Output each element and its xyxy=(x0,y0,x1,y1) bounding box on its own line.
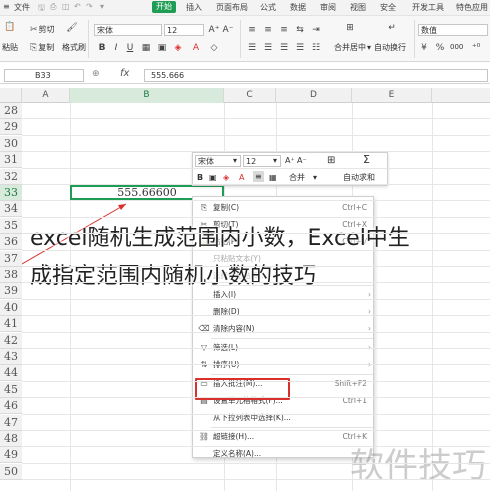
row-header[interactable]: 35 xyxy=(0,218,22,234)
mini-fill-color-icon[interactable]: ◈ xyxy=(223,172,229,183)
context-menu-label: 清除内容(N) xyxy=(213,324,255,333)
row-header[interactable]: 42 xyxy=(0,333,22,349)
grid-line xyxy=(22,430,490,431)
row-header[interactable]: 50 xyxy=(0,464,22,480)
mini-sum-icon[interactable]: Σ xyxy=(363,154,370,165)
row-header[interactable]: 41 xyxy=(0,316,22,332)
submenu-arrow-icon: › xyxy=(368,324,371,333)
grid-line xyxy=(22,184,490,185)
row-header[interactable]: 46 xyxy=(0,398,22,414)
mini-toolbar: 宋体 ▾ 12 ▾ A⁺ A⁻ ⊞ Σ B ▣ ◈ A ≡ ▦ 合并 ▾ 自动求… xyxy=(192,152,388,186)
row-header[interactable]: 32 xyxy=(0,169,22,185)
context-menu-item[interactable]: ⎘ 复制(C) Ctrl+C xyxy=(193,200,375,216)
row-header[interactable]: 44 xyxy=(0,365,22,381)
shortcut-label: Ctrl+1 xyxy=(342,396,367,405)
link-icon: ⛓ xyxy=(198,432,210,441)
grid-line xyxy=(22,266,490,267)
context-menu-label: 删除(D) xyxy=(213,307,240,316)
row-header[interactable]: 37 xyxy=(0,251,22,267)
context-menu-item[interactable]: ⇅排序(U) › xyxy=(193,357,375,373)
overlay-title-line2: 成指定范围内随机小数的技巧 xyxy=(30,264,317,289)
mini-bold-button[interactable]: B xyxy=(197,172,203,183)
context-menu-label: 从下拉列表中选择(K)... xyxy=(213,413,291,422)
submenu-arrow-icon: › xyxy=(368,357,371,373)
arrow-head xyxy=(118,204,126,210)
chevron-down-icon: ▾ xyxy=(233,156,238,165)
menu-separator xyxy=(211,338,373,339)
submenu-arrow-icon: › xyxy=(368,307,371,316)
context-menu-item[interactable]: ⛓ 超链接(H)... Ctrl+K xyxy=(193,429,375,445)
context-menu-item[interactable]: 删除(D) › xyxy=(193,304,375,320)
row-header[interactable]: 49 xyxy=(0,447,22,463)
grid-line xyxy=(22,479,490,480)
grid-line xyxy=(22,299,490,300)
chevron-down-icon: ▾ xyxy=(273,156,278,165)
grid-line xyxy=(22,282,490,283)
grid-line xyxy=(22,118,490,119)
mini-cell-style-icon[interactable]: ▣ xyxy=(209,172,217,183)
grid-line xyxy=(22,332,490,333)
mini-merge-button[interactable]: 合并 xyxy=(289,172,305,183)
grid-line xyxy=(22,463,490,464)
row-header[interactable]: 36 xyxy=(0,234,22,250)
mini-grow-font-button[interactable]: A⁺ xyxy=(285,155,295,166)
context-menu-item[interactable]: ⌫ 清除内容(N) › xyxy=(193,321,375,337)
sort-icon: ⇅ xyxy=(198,357,210,373)
grid-line xyxy=(22,348,490,349)
mini-font-color-icon[interactable]: A xyxy=(239,172,244,183)
row-header[interactable]: 48 xyxy=(0,431,22,447)
row-header[interactable]: 47 xyxy=(0,415,22,431)
grid-line xyxy=(22,217,490,218)
row-header[interactable]: 38 xyxy=(0,267,22,283)
clear-icon: ⌫ xyxy=(198,324,210,333)
row-header[interactable]: 40 xyxy=(0,300,22,316)
grid-line xyxy=(22,414,490,415)
context-menu-label: 复制(C) xyxy=(213,203,240,212)
shortcut-label: Ctrl+C xyxy=(342,203,367,212)
menu-separator xyxy=(211,374,373,375)
overlay-title-line1: excel随机生成范围内小数，Excel中生 xyxy=(30,226,410,251)
row-header[interactable]: 30 xyxy=(0,136,22,152)
mini-shrink-font-button[interactable]: A⁻ xyxy=(297,155,307,166)
menu-separator xyxy=(211,427,373,428)
context-menu-item[interactable]: 从下拉列表中选择(K)... xyxy=(193,410,375,426)
row-header[interactable]: 43 xyxy=(0,349,22,365)
row-header[interactable]: 29 xyxy=(0,119,22,135)
context-menu-label: 定义名称(A)... xyxy=(213,449,262,458)
submenu-arrow-icon: › xyxy=(368,290,371,299)
shortcut-label: Shift+F2 xyxy=(334,379,367,388)
mini-align-center-icon[interactable]: ≡ xyxy=(253,171,264,182)
context-menu-item[interactable]: 定义名称(A)... xyxy=(193,446,375,462)
row-header[interactable]: 31 xyxy=(0,152,22,168)
row-header[interactable]: 33 xyxy=(0,185,22,201)
grid-line xyxy=(22,381,490,382)
grid-line xyxy=(22,315,490,316)
grid-line xyxy=(22,168,490,169)
row-header[interactable]: 39 xyxy=(0,283,22,299)
grid-line xyxy=(22,200,490,201)
copy-icon: ⎘ xyxy=(200,203,208,212)
grid-line xyxy=(22,364,490,365)
row-header[interactable]: 28 xyxy=(0,103,22,119)
grid-line xyxy=(22,233,490,234)
grid-line xyxy=(22,135,490,136)
mini-autosum-button[interactable]: 自动求和 xyxy=(343,172,375,183)
mini-merge-icon[interactable]: ⊞ xyxy=(327,155,335,166)
row-header[interactable]: 45 xyxy=(0,382,22,398)
mini-border-icon[interactable]: ▦ xyxy=(269,172,277,183)
chevron-down-icon: ▾ xyxy=(313,173,318,182)
grid-line xyxy=(22,446,490,447)
row-header[interactable]: 34 xyxy=(0,201,22,217)
context-menu-label: 排序(U) xyxy=(213,357,239,373)
context-menu-label: 超链接(H)... xyxy=(213,432,255,441)
grid-line xyxy=(22,397,490,398)
grid-line xyxy=(22,151,490,152)
grid-line xyxy=(22,250,490,251)
